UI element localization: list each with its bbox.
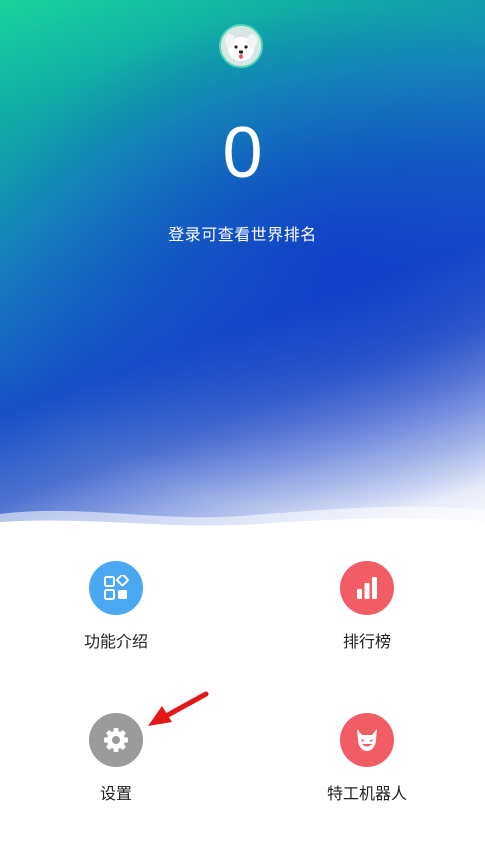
menu-item-features[interactable]: 功能介绍 [36,561,196,652]
menu-item-label: 功能介绍 [83,632,148,651]
settings-icon-circle [89,713,143,767]
grid-icon [104,575,129,600]
dog-avatar-icon [221,26,261,66]
login-hint-link[interactable]: 登录可查看世界排名 [0,221,485,245]
menu-item-label: 特工机器人 [326,784,407,803]
ranking-icon-circle [340,561,394,615]
gear-icon [104,728,128,752]
menu-item-label: 设置 [99,784,132,803]
user-avatar[interactable] [219,24,263,68]
bar-chart-icon [357,577,377,599]
devil-icon [357,729,377,751]
agent-robot-icon-circle [340,713,394,767]
score-value: 0 [222,113,263,193]
menu-item-agent-robot[interactable]: 特工机器人 [287,713,447,804]
menu-item-label: 排行榜 [342,632,391,651]
menu-item-ranking[interactable]: 排行榜 [287,561,447,652]
wave-divider [0,506,485,560]
annotation-arrow-icon [148,691,209,726]
features-icon-circle [89,561,143,615]
header-background [0,0,485,540]
